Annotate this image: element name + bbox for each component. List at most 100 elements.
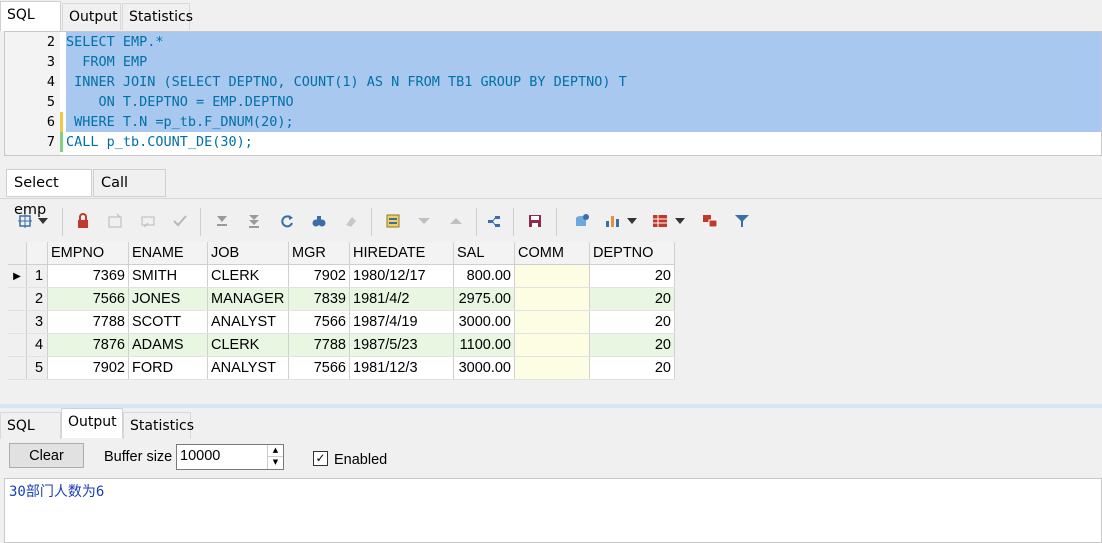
next-icon[interactable] bbox=[445, 210, 467, 232]
cell-job[interactable]: ANALYST bbox=[207, 356, 289, 380]
cell-sal[interactable]: 3000.00 bbox=[453, 310, 515, 334]
clear-icon[interactable] bbox=[340, 210, 362, 232]
column-header-deptno[interactable]: DEPTNO bbox=[589, 242, 675, 265]
spin-buttons[interactable]: ▲ ▼ bbox=[267, 445, 283, 469]
cell-ename[interactable]: SCOTT bbox=[128, 310, 208, 334]
cell-mgr[interactable]: 7566 bbox=[288, 356, 350, 380]
column-header-sal[interactable]: SAL bbox=[453, 242, 515, 265]
cell-hiredate[interactable]: 1981/12/3 bbox=[349, 356, 454, 380]
tab-sql-lower[interactable]: SQL bbox=[0, 412, 61, 439]
editor-line[interactable]: 2 SELECT EMP.* bbox=[5, 32, 1101, 52]
refresh-icon[interactable] bbox=[276, 210, 298, 232]
cell-empno[interactable]: 7566 bbox=[47, 287, 129, 311]
table-row[interactable]: 5 7902 FORD ANALYST 7566 1981/12/3 3000.… bbox=[8, 356, 675, 380]
cell-comm[interactable] bbox=[514, 333, 590, 357]
cell-deptno[interactable]: 20 bbox=[589, 264, 675, 288]
tab-sql[interactable]: SQL bbox=[0, 1, 61, 31]
editor-line[interactable]: 5 ON T.DEPTNO = EMP.DEPTNO bbox=[5, 92, 1101, 112]
clear-button[interactable]: Clear bbox=[9, 443, 84, 468]
cell-comm[interactable] bbox=[514, 287, 590, 311]
column-header-job[interactable]: JOB bbox=[207, 242, 289, 265]
fetch-all-icon[interactable] bbox=[243, 210, 265, 232]
column-header-empno[interactable]: EMPNO bbox=[47, 242, 129, 265]
tab-output-lower[interactable]: Output bbox=[61, 408, 123, 438]
previous-icon[interactable] bbox=[413, 210, 435, 232]
table-row[interactable]: 3 7788 SCOTT ANALYST 7566 1987/4/19 3000… bbox=[8, 310, 675, 334]
cell-comm[interactable] bbox=[514, 310, 590, 334]
grid-options-icon[interactable] bbox=[14, 210, 36, 232]
tab-call[interactable]: Call bbox=[93, 169, 166, 197]
enabled-checkbox[interactable]: ✓ bbox=[313, 451, 328, 466]
cell-hiredate[interactable]: 1987/5/23 bbox=[349, 333, 454, 357]
editor-line[interactable]: 4 INNER JOIN (SELECT DEPTNO, COUNT(1) AS… bbox=[5, 72, 1101, 92]
export-icon[interactable] bbox=[571, 210, 593, 232]
cell-deptno[interactable]: 20 bbox=[589, 333, 675, 357]
cell-job[interactable]: MANAGER bbox=[207, 287, 289, 311]
result-grid[interactable]: EMPNO ENAME JOB MGR HIREDATE SAL COMM DE… bbox=[8, 242, 678, 380]
cell-comm[interactable] bbox=[514, 264, 590, 288]
tab-output[interactable]: Output bbox=[62, 3, 121, 30]
lock-icon[interactable] bbox=[72, 210, 94, 232]
cell-sal[interactable]: 800.00 bbox=[453, 264, 515, 288]
fetch-next-icon[interactable] bbox=[211, 210, 233, 232]
buffer-size-stepper[interactable]: ▲ ▼ bbox=[176, 444, 284, 470]
post-check-icon[interactable] bbox=[169, 210, 191, 232]
cell-sal[interactable]: 1100.00 bbox=[453, 333, 515, 357]
tab-statistics-lower[interactable]: Statistics bbox=[123, 412, 194, 439]
filter-icon[interactable] bbox=[731, 210, 753, 232]
save-icon[interactable] bbox=[524, 210, 546, 232]
cell-deptno[interactable]: 20 bbox=[589, 356, 675, 380]
column-header-comm[interactable]: COMM bbox=[514, 242, 590, 265]
spin-up-icon[interactable]: ▲ bbox=[268, 445, 283, 457]
editor-line[interactable]: 6 WHERE T.N =p_tb.F_DNUM(20); bbox=[5, 112, 1101, 132]
output-text-area[interactable]: 30部门人数为6 bbox=[4, 478, 1102, 543]
table-row[interactable]: 2 7566 JONES MANAGER 7839 1981/4/2 2975.… bbox=[8, 287, 675, 311]
compare-icon[interactable] bbox=[699, 210, 721, 232]
cell-ename[interactable]: SMITH bbox=[128, 264, 208, 288]
find-icon[interactable] bbox=[308, 210, 330, 232]
dropdown-arrow-icon[interactable] bbox=[36, 210, 50, 232]
table-row[interactable]: ▶ 1 7369 SMITH CLERK 7902 1980/12/17 800… bbox=[8, 264, 675, 288]
delete-record-icon[interactable] bbox=[137, 210, 159, 232]
chart-icon[interactable] bbox=[601, 210, 623, 232]
cell-mgr[interactable]: 7788 bbox=[288, 333, 350, 357]
cell-deptno[interactable]: 20 bbox=[589, 287, 675, 311]
column-header-hiredate[interactable]: HIREDATE bbox=[349, 242, 454, 265]
cell-mgr[interactable]: 7902 bbox=[288, 264, 350, 288]
cell-empno[interactable]: 7369 bbox=[47, 264, 129, 288]
cell-sal[interactable]: 2975.00 bbox=[453, 287, 515, 311]
cell-hiredate[interactable]: 1980/12/17 bbox=[349, 264, 454, 288]
column-header-mgr[interactable]: MGR bbox=[288, 242, 350, 265]
new-record-icon[interactable] bbox=[104, 210, 126, 232]
spin-down-icon[interactable]: ▼ bbox=[268, 457, 283, 468]
cell-ename[interactable]: ADAMS bbox=[128, 333, 208, 357]
cell-empno[interactable]: 7902 bbox=[47, 356, 129, 380]
cell-empno[interactable]: 7788 bbox=[47, 310, 129, 334]
tab-select-emp[interactable]: Select emp bbox=[6, 169, 92, 218]
single-record-icon[interactable] bbox=[483, 210, 505, 232]
cell-empno[interactable]: 7876 bbox=[47, 333, 129, 357]
chart-dropdown-icon[interactable] bbox=[625, 210, 639, 232]
cell-hiredate[interactable]: 1981/4/2 bbox=[349, 287, 454, 311]
cell-job[interactable]: CLERK bbox=[207, 333, 289, 357]
editor-line[interactable]: 3 FROM EMP bbox=[5, 52, 1101, 72]
cell-ename[interactable]: FORD bbox=[128, 356, 208, 380]
cell-job[interactable]: CLERK bbox=[207, 264, 289, 288]
table-icon[interactable] bbox=[649, 210, 671, 232]
cell-comm[interactable] bbox=[514, 356, 590, 380]
cell-hiredate[interactable]: 1987/4/19 bbox=[349, 310, 454, 334]
buffer-size-input[interactable] bbox=[177, 445, 268, 467]
table-dropdown-icon[interactable] bbox=[673, 210, 687, 232]
tab-statistics[interactable]: Statistics bbox=[122, 3, 193, 30]
editor-line[interactable]: 7 CALL p_tb.COUNT_DE(30); bbox=[5, 132, 1101, 152]
cell-job[interactable]: ANALYST bbox=[207, 310, 289, 334]
cell-ename[interactable]: JONES bbox=[128, 287, 208, 311]
sql-editor[interactable]: 2 SELECT EMP.* 3 FROM EMP 4 INNER JOIN (… bbox=[4, 31, 1102, 156]
query-by-example-icon[interactable] bbox=[382, 210, 404, 232]
cell-deptno[interactable]: 20 bbox=[589, 310, 675, 334]
table-row[interactable]: 4 7876 ADAMS CLERK 7788 1987/5/23 1100.0… bbox=[8, 333, 675, 357]
cell-mgr[interactable]: 7566 bbox=[288, 310, 350, 334]
cell-mgr[interactable]: 7839 bbox=[288, 287, 350, 311]
column-header-ename[interactable]: ENAME bbox=[128, 242, 208, 265]
cell-sal[interactable]: 3000.00 bbox=[453, 356, 515, 380]
